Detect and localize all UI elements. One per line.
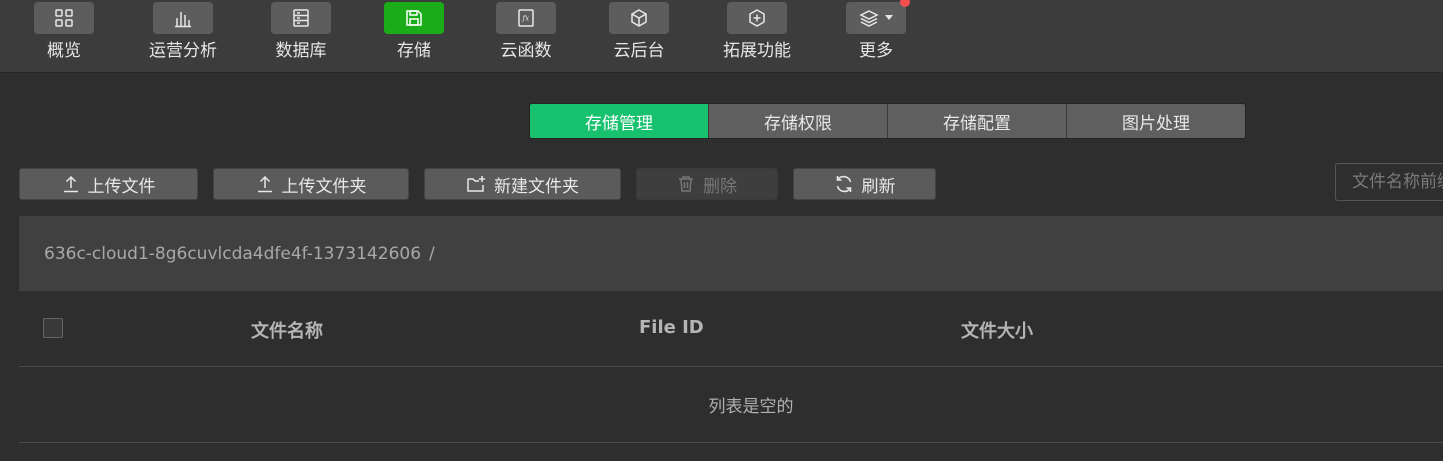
cube-icon <box>609 2 669 34</box>
upload-file-label: 上传文件 <box>87 176 156 197</box>
toolbar-item-overview[interactable]: 概览 <box>4 0 124 72</box>
toolbar-item-storage[interactable]: 存储 <box>354 0 474 72</box>
toolbar-label: 数据库 <box>275 41 327 61</box>
select-all-checkbox[interactable] <box>43 318 63 338</box>
refresh-button[interactable]: 刷新 <box>793 168 936 200</box>
breadcrumb: 636c-cloud1-8g6cuvlcda4dfe4f-1373142606 … <box>19 216 1443 291</box>
toolbar-label: 云函数 <box>500 41 552 61</box>
tab-storage-permissions[interactable]: 存储权限 <box>708 104 887 138</box>
toolbar-item-cloud-backend[interactable]: 云后台 <box>579 0 699 72</box>
file-name-search-input[interactable] <box>1335 163 1443 201</box>
refresh-icon <box>836 175 851 193</box>
empty-list-text: 列表是空的 <box>708 397 794 417</box>
tab-storage-management[interactable]: 存储管理 <box>530 104 708 138</box>
delete-button[interactable]: 删除 <box>636 168 778 200</box>
top-toolbar: 概览 运营分析 数据库 存储 fx 云函数 云后台 拓展功能 更多 <box>0 0 1443 73</box>
new-folder-button[interactable]: 新建文件夹 <box>424 168 621 200</box>
function-fx-icon: fx <box>496 2 556 34</box>
tab-storage-config[interactable]: 存储配置 <box>887 104 1066 138</box>
toolbar-label: 运营分析 <box>149 41 217 61</box>
empty-list-row: 列表是空的 <box>19 367 1443 443</box>
refresh-label: 刷新 <box>861 176 896 197</box>
toolbar-item-database[interactable]: 数据库 <box>241 0 361 72</box>
trash-icon <box>679 176 693 192</box>
toolbar-label: 拓展功能 <box>723 41 791 61</box>
notification-dot <box>900 0 910 7</box>
bucket-path-link[interactable]: 636c-cloud1-8g6cuvlcda4dfe4f-1373142606 <box>44 244 421 264</box>
overview-grid-icon <box>34 2 94 34</box>
file-table-header: 文件名称 File ID 文件大小 <box>19 291 1443 367</box>
toolbar-label: 存储 <box>397 41 431 61</box>
new-folder-icon <box>467 176 485 192</box>
delete-label: 删除 <box>703 176 737 197</box>
database-icon <box>271 2 331 34</box>
path-separator: / <box>429 243 435 264</box>
upload-file-button[interactable]: 上传文件 <box>19 168 198 200</box>
toolbar-item-more[interactable]: 更多 <box>816 0 936 72</box>
upload-folder-button[interactable]: 上传文件夹 <box>213 168 409 200</box>
storage-tabs: 存储管理 存储权限 存储配置 图片处理 <box>529 103 1246 139</box>
new-folder-label: 新建文件夹 <box>494 176 579 197</box>
storage-save-icon <box>384 2 444 34</box>
caret-down-icon <box>885 15 893 20</box>
extension-plus-icon <box>727 2 787 34</box>
toolbar-label: 云后台 <box>613 41 665 61</box>
upload-icon <box>257 175 272 193</box>
column-header-file-size[interactable]: 文件大小 <box>961 317 1033 343</box>
column-header-file-id[interactable]: File ID <box>639 317 704 338</box>
bar-chart-icon <box>153 2 213 34</box>
toolbar-item-extensions[interactable]: 拓展功能 <box>697 0 817 72</box>
toolbar-item-cloud-function[interactable]: fx 云函数 <box>466 0 586 72</box>
upload-folder-label: 上传文件夹 <box>281 176 367 197</box>
layers-icon <box>846 2 906 34</box>
svg-text:fx: fx <box>522 15 530 23</box>
toolbar-item-analytics[interactable]: 运营分析 <box>123 0 243 72</box>
tab-image-processing[interactable]: 图片处理 <box>1066 104 1245 138</box>
toolbar-label: 更多 <box>859 41 893 61</box>
upload-icon <box>63 175 78 193</box>
toolbar-label: 概览 <box>47 41 81 61</box>
column-header-file-name[interactable]: 文件名称 <box>251 317 323 343</box>
